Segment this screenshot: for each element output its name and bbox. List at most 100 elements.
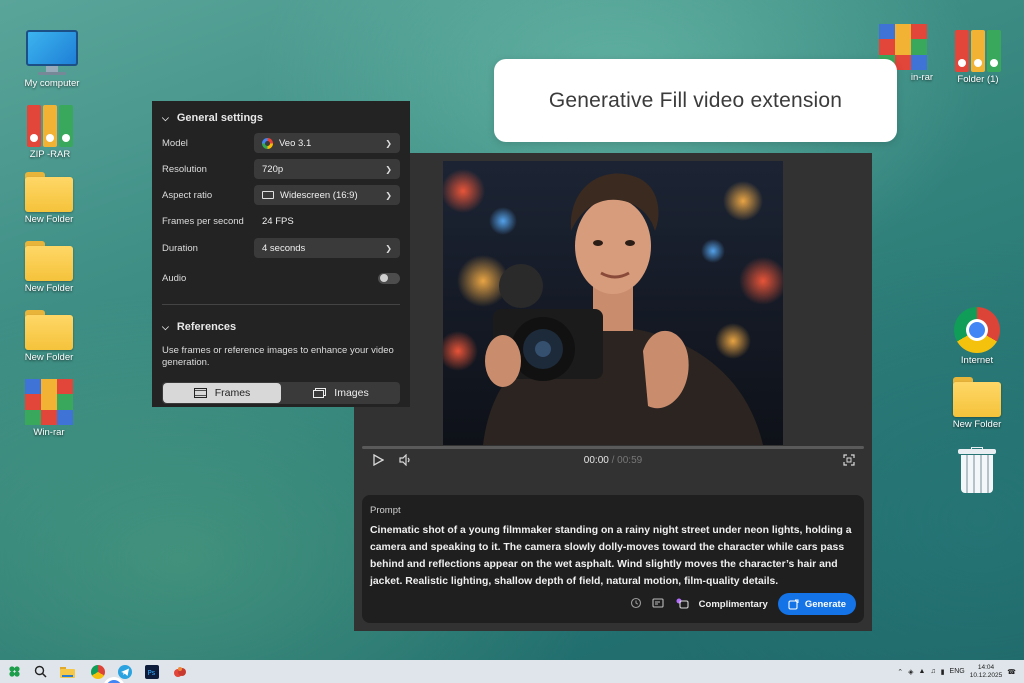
images-tab-label: Images xyxy=(334,387,369,399)
desktop-icon-label: Folder (1) xyxy=(957,74,999,85)
audio-row: Audio xyxy=(162,268,400,288)
taskbar-app[interactable] xyxy=(171,663,188,680)
fps-row: Frames per second 24 FPS xyxy=(162,211,400,231)
battery-icon[interactable]: ▮ xyxy=(941,668,945,676)
desktop-icon-folder-1[interactable]: Folder (1) xyxy=(943,28,1013,85)
desktop-icon-label: New Folder xyxy=(952,419,1002,430)
video-thumbnail-image xyxy=(443,161,783,445)
prompt-box[interactable]: Prompt Cinematic shot of a young filmmak… xyxy=(362,495,864,623)
settings-panel: ⌵ General settings Model Veo 3.1 ❯ Resol… xyxy=(152,101,410,407)
history-icon[interactable] xyxy=(630,597,642,612)
prompt-text[interactable]: Cinematic shot of a young filmmaker stan… xyxy=(370,522,856,590)
taskbar: Ps ⌃ ◈ ▲ ♫ ▮ ENG 14:04 10.12.2025 ☎ xyxy=(0,660,1024,683)
frames-icon xyxy=(193,388,207,398)
frames-tab[interactable]: Frames xyxy=(163,383,281,403)
folder-icon xyxy=(25,241,73,281)
references-description: Use frames or reference images to enhanc… xyxy=(162,345,394,368)
model-value: Veo 3.1 xyxy=(279,137,312,149)
desktop-icon-new-folder[interactable]: New Folder xyxy=(14,310,84,363)
settings-panel-icon[interactable] xyxy=(652,597,665,612)
desktop-icon-win-rar[interactable]: Win-rar xyxy=(14,379,84,438)
start-icon xyxy=(9,666,20,677)
desktop-icon-label: in-rar xyxy=(910,72,934,83)
desktop-icon-zip-rar[interactable]: ZIP -RAR xyxy=(15,103,85,160)
language-indicator[interactable]: ENG xyxy=(950,668,965,675)
svg-text:Ps: Ps xyxy=(147,669,155,677)
chevron-down-icon: ⌵ xyxy=(162,112,169,123)
desktop-icon-label: New Folder xyxy=(24,214,74,225)
chevron-down-icon: ❯ xyxy=(385,243,392,253)
search-icon xyxy=(34,665,47,678)
chevron-up-icon[interactable]: ⌃ xyxy=(897,668,903,676)
taskbar-chrome[interactable] xyxy=(89,663,125,683)
time-display: 00:00 / 00:59 xyxy=(354,455,872,466)
audio-label: Audio xyxy=(162,272,187,284)
credits-icon xyxy=(675,597,689,612)
notification-bell-icon[interactable]: ☎ xyxy=(1007,668,1016,676)
speaker-icon[interactable]: ♫ xyxy=(930,668,935,675)
resolution-row: Resolution 720p ❯ xyxy=(162,159,400,179)
fullscreen-button[interactable] xyxy=(843,454,855,466)
total-duration: 00:59 xyxy=(617,455,643,466)
prompt-label: Prompt xyxy=(370,505,401,516)
taskbar-photoshop[interactable]: Ps xyxy=(143,663,160,680)
winrar-icon xyxy=(25,379,73,425)
taskbar-file-explorer[interactable] xyxy=(59,663,76,680)
video-preview[interactable] xyxy=(443,161,783,445)
desktop-icon-label: My computer xyxy=(24,78,80,89)
desktop-icon-my-computer[interactable]: My computer xyxy=(17,30,87,89)
fullscreen-icon xyxy=(843,454,855,466)
images-icon xyxy=(313,388,327,398)
references-title: References xyxy=(176,321,237,333)
generate-button[interactable]: Generate xyxy=(777,593,856,615)
folder-icon xyxy=(953,377,1001,417)
wifi-icon[interactable]: ▲ xyxy=(919,668,926,675)
clock-time: 14:04 xyxy=(977,663,995,671)
binders-icon xyxy=(955,28,1001,72)
desktop-icon-label: Win-rar xyxy=(33,427,65,438)
chevron-down-icon: ⌵ xyxy=(162,321,169,332)
photoshop-icon: Ps xyxy=(144,664,159,679)
desktop-icon-label: ZIP -RAR xyxy=(29,149,71,160)
clock-date: 10.12.2025 xyxy=(969,671,1003,679)
current-time: 00:00 xyxy=(583,455,609,466)
desktop-icon-new-folder[interactable]: New Folder xyxy=(14,241,84,294)
duration-row: Duration 4 seconds ❯ xyxy=(162,238,400,258)
widescreen-icon xyxy=(262,191,274,199)
audio-toggle[interactable] xyxy=(378,272,400,284)
desktop-icon-new-folder[interactable]: New Folder xyxy=(942,377,1012,430)
chrome-icon xyxy=(954,307,1000,353)
frames-tab-label: Frames xyxy=(214,387,251,399)
general-settings-title: General settings xyxy=(176,112,264,124)
desktop-icon-label: New Folder xyxy=(24,352,74,363)
chevron-down-icon: ❯ xyxy=(385,164,392,174)
folder-icon xyxy=(25,172,73,212)
recycle-bin-icon xyxy=(958,447,996,493)
resolution-label: Resolution xyxy=(162,163,207,175)
monitor-icon xyxy=(26,30,78,76)
network-icon[interactable]: ◈ xyxy=(908,668,913,676)
video-progress-bar[interactable] xyxy=(362,446,864,449)
search-button[interactable] xyxy=(32,663,49,680)
generate-label: Generate xyxy=(804,598,846,610)
taskbar-telegram[interactable] xyxy=(116,663,133,680)
aspect-ratio-row: Aspect ratio Widescreen (16:9) ❯ xyxy=(162,185,400,205)
duration-dropdown[interactable]: 4 seconds ❯ xyxy=(254,238,400,258)
binders-icon xyxy=(27,103,73,147)
app-icon xyxy=(173,666,186,677)
clock[interactable]: 14:04 10.12.2025 xyxy=(970,664,1003,680)
desktop-icon-new-folder[interactable]: New Folder xyxy=(14,172,84,225)
start-button[interactable] xyxy=(6,663,23,680)
general-settings-header[interactable]: ⌵ General settings xyxy=(162,101,400,135)
desktop-icon-recycle-bin[interactable] xyxy=(942,447,1012,493)
desktop-icon-label: Internet xyxy=(960,355,994,366)
complimentary-label: Complimentary xyxy=(698,598,768,610)
chevron-down-icon: ❯ xyxy=(385,138,392,148)
aspect-ratio-dropdown[interactable]: Widescreen (16:9) ❯ xyxy=(254,185,400,205)
resolution-dropdown[interactable]: 720p ❯ xyxy=(254,159,400,179)
images-tab[interactable]: Images xyxy=(282,382,400,404)
references-header[interactable]: ⌵ References xyxy=(162,310,236,344)
desktop-icon-internet[interactable]: Internet xyxy=(942,307,1012,366)
model-dropdown[interactable]: Veo 3.1 ❯ xyxy=(254,133,400,153)
model-row: Model Veo 3.1 ❯ xyxy=(162,133,400,153)
